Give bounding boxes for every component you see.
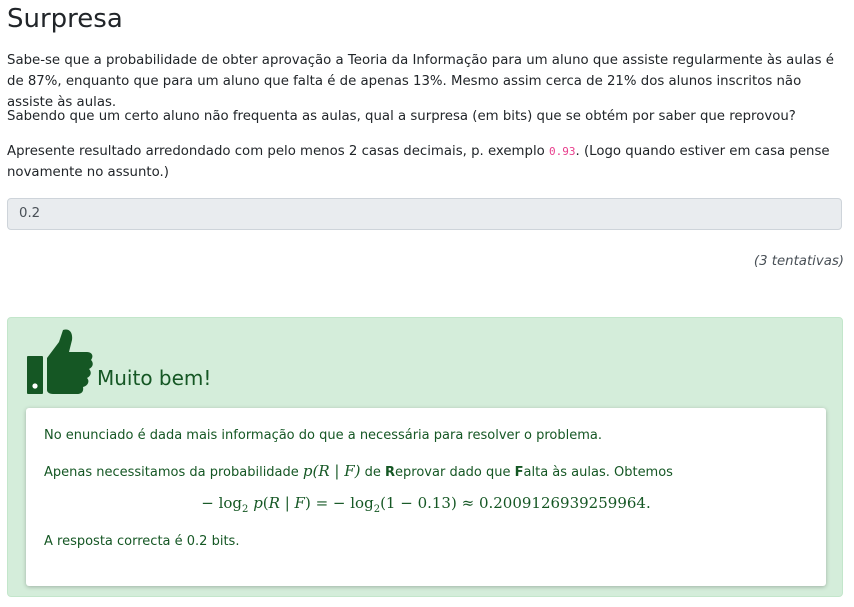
question-text-1: Sabe-se que a probabilidade de obter apr…	[7, 53, 834, 110]
instructions-text: Apresente resultado arredondado com pelo…	[7, 144, 550, 159]
feedback-line-1: No enunciado é dada mais informação do q…	[44, 428, 602, 443]
question-text-2: Sabendo que um certo aluno não frequenta…	[7, 109, 796, 124]
feedback-card: No enunciado é dada mais informação do q…	[26, 408, 826, 586]
feedback-line-2-b: de	[360, 465, 386, 480]
letter-R: R	[385, 465, 396, 480]
probability-expression: p(R | F)	[302, 462, 361, 480]
formula-result: 0.2009126939259964	[478, 494, 646, 512]
formula: − log2 p(R | F) = − log2(1 − 0.13) ≈ 0.2…	[201, 494, 651, 515]
feedback-line-2-a: Apenas necessitamos da probabilidade	[44, 465, 303, 480]
thumbs-up-icon	[27, 329, 93, 394]
correct-answer-text: A resposta correcta é 0.2 bits.	[44, 534, 240, 549]
feedback-panel: Muito bem! No enunciado é dada mais info…	[7, 317, 843, 597]
answer-input[interactable]: 0.2	[7, 198, 842, 230]
letter-F: F	[514, 465, 524, 480]
feedback-line-2-d: alta às aulas. Obtemos	[523, 465, 673, 480]
question-title: Surpresa	[7, 4, 123, 34]
feedback-heading: Muito bem!	[97, 366, 212, 390]
example-code: 0.93	[549, 145, 576, 158]
feedback-line-2: Apenas necessitamos da probabilidade p(R…	[44, 462, 673, 480]
question-text-3: Apresente resultado arredondado com pelo…	[7, 141, 842, 183]
attempts-count: (3 tentativas)	[753, 254, 844, 269]
feedback-line-2-c: eprovar dado que	[395, 465, 515, 480]
